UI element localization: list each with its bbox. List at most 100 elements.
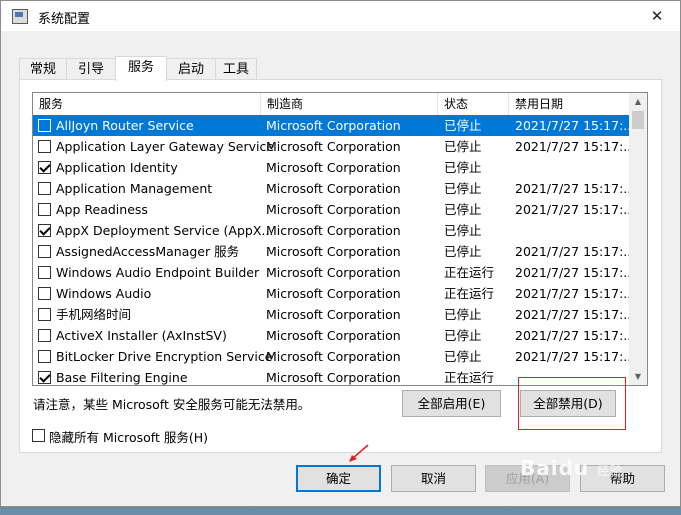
table-row[interactable]: Application Identity Microsoft Corporatio… [33,157,630,178]
list-header: 服务 制造商 状态 禁用日期 [33,93,630,116]
tab-tools[interactable]: 工具 [215,58,257,80]
app-icon [12,9,28,24]
hide-ms-services-label: 隐藏所有 Microsoft 服务(H) [49,430,208,445]
service-name-cell: Base Filtering Engine [56,370,188,385]
manufacturer-cell: Microsoft Corporation [266,286,401,301]
column-header-status[interactable]: 状态 [438,93,509,115]
security-notice: 请注意，某些 Microsoft 安全服务可能无法禁用。 [33,397,311,412]
table-row[interactable]: Application Layer Gateway Service Microso… [33,136,630,157]
table-row[interactable]: Windows Audio Endpoint Builder Microsoft … [33,262,630,283]
disabled-date-cell: 2021/7/27 15:17:... [515,202,629,217]
table-row[interactable]: AssignedAccessManager 服务 Microsoft Corpor… [33,241,630,262]
status-cell: 已停止 [444,139,482,154]
service-name-cell: Application Management [56,181,213,196]
tab-general[interactable]: 常规 [19,58,67,80]
table-row[interactable]: ActiveX Installer (AxInstSV) Microsoft Co… [33,325,630,346]
service-name-cell: AssignedAccessManager 服务 [56,244,240,259]
watermark-sub: 经验 [597,464,624,478]
status-cell: 已停止 [444,328,482,343]
disabled-date-cell: 2021/7/27 15:17:... [515,307,629,322]
vertical-scrollbar[interactable]: ▲ ▼ [629,93,647,385]
status-cell: 已停止 [444,349,482,364]
service-name-cell: Windows Audio Endpoint Builder [56,265,260,280]
service-name-cell: Application Layer Gateway Service [56,139,275,154]
manufacturer-cell: Microsoft Corporation [266,349,401,364]
table-row[interactable]: Windows Audio Microsoft Corporation 正在运行 20… [33,283,630,304]
manufacturer-cell: Microsoft Corporation [266,328,401,343]
disabled-date-cell: 2021/7/27 15:17:... [515,181,629,196]
disabled-date-cell: 2021/7/27 15:17:... [515,328,629,343]
service-name-cell: Application Identity [56,160,178,175]
cancel-button[interactable]: 取消 [391,465,476,492]
service-checkbox[interactable] [38,182,51,195]
column-header-service[interactable]: 服务 [33,93,261,115]
baidu-watermark: Baidu 经验 [520,456,623,480]
service-checkbox[interactable] [38,203,51,216]
hide-ms-services-checkbox[interactable] [32,429,45,442]
manufacturer-cell: Microsoft Corporation [266,370,401,385]
disabled-date-cell: 2021/7/27 15:17:... [515,118,629,133]
manufacturer-cell: Microsoft Corporation [266,307,401,322]
column-header-disabled-date[interactable]: 禁用日期 [509,93,630,115]
tab-startup[interactable]: 启动 [166,58,216,80]
service-name-cell: 手机网络时间 [56,307,132,322]
status-cell: 已停止 [444,181,482,196]
service-checkbox[interactable] [38,161,51,174]
status-cell: 正在运行 [444,286,495,301]
table-row[interactable]: App Readiness Microsoft Corporation 已停止 202… [33,199,630,220]
service-name-cell: App Readiness [56,202,148,217]
column-header-manufacturer[interactable]: 制造商 [261,93,438,115]
manufacturer-cell: Microsoft Corporation [266,181,401,196]
service-checkbox[interactable] [38,371,51,384]
service-checkbox[interactable] [38,224,51,237]
status-cell: 已停止 [444,118,482,133]
disabled-date-cell: 2021/7/27 15:17:... [515,265,629,280]
status-cell: 正在运行 [444,265,495,280]
manufacturer-cell: Microsoft Corporation [266,160,401,175]
close-button[interactable]: ✕ [634,1,680,31]
disabled-date-cell [515,220,629,241]
service-checkbox[interactable] [38,350,51,363]
enable-all-button[interactable]: 全部启用(E) [402,390,501,417]
service-name-cell: AllJoyn Router Service [56,118,194,133]
disabled-date-cell: 2021/7/27 15:17:... [515,244,629,259]
manufacturer-cell: Microsoft Corporation [266,202,401,217]
scroll-up-icon[interactable]: ▲ [629,93,647,110]
table-row[interactable]: Application Management Microsoft Corporat… [33,178,630,199]
service-name-cell: AppX Deployment Service (AppX... [56,223,274,238]
ok-button[interactable]: 确定 [296,465,381,492]
table-row[interactable]: 手机网络时间 Microsoft Corporation 已停止 2021/7/27 … [33,304,630,325]
status-cell: 已停止 [444,307,482,322]
manufacturer-cell: Microsoft Corporation [266,265,401,280]
manufacturer-cell: Microsoft Corporation [266,244,401,259]
status-cell: 正在运行 [444,370,495,385]
services-list[interactable]: 服务 制造商 状态 禁用日期 AllJoyn Router Service Mic… [32,92,648,386]
scroll-down-icon[interactable]: ▼ [629,368,647,385]
manufacturer-cell: Microsoft Corporation [266,139,401,154]
status-cell: 已停止 [444,160,482,175]
service-checkbox[interactable] [38,308,51,321]
service-checkbox[interactable] [38,329,51,342]
service-checkbox[interactable] [38,266,51,279]
annotation-highlight-box [518,377,626,430]
service-checkbox[interactable] [38,119,51,132]
service-checkbox[interactable] [38,287,51,300]
title-bar: 系统配置 ✕ [1,1,680,31]
status-cell: 已停止 [444,202,482,217]
table-row[interactable]: AppX Deployment Service (AppX... Microsof… [33,220,630,241]
service-checkbox[interactable] [38,245,51,258]
scrollbar-thumb[interactable] [632,111,644,129]
window-title: 系统配置 [38,12,91,27]
table-row[interactable]: BitLocker Drive Encryption Service Micros… [33,346,630,367]
service-checkbox[interactable] [38,140,51,153]
tab-boot[interactable]: 引导 [66,58,116,80]
disabled-date-cell [515,157,629,178]
tab-services[interactable]: 服务 [115,56,167,81]
table-row[interactable]: AllJoyn Router Service Microsoft Corporat… [33,115,630,136]
annotation-arrow-icon [349,444,369,462]
manufacturer-cell: Microsoft Corporation [266,223,401,238]
manufacturer-cell: Microsoft Corporation [266,118,401,133]
watermark-brand: Baidu [520,456,590,480]
disabled-date-cell: 2021/7/27 15:17:... [515,349,629,364]
service-name-cell: ActiveX Installer (AxInstSV) [56,328,227,343]
